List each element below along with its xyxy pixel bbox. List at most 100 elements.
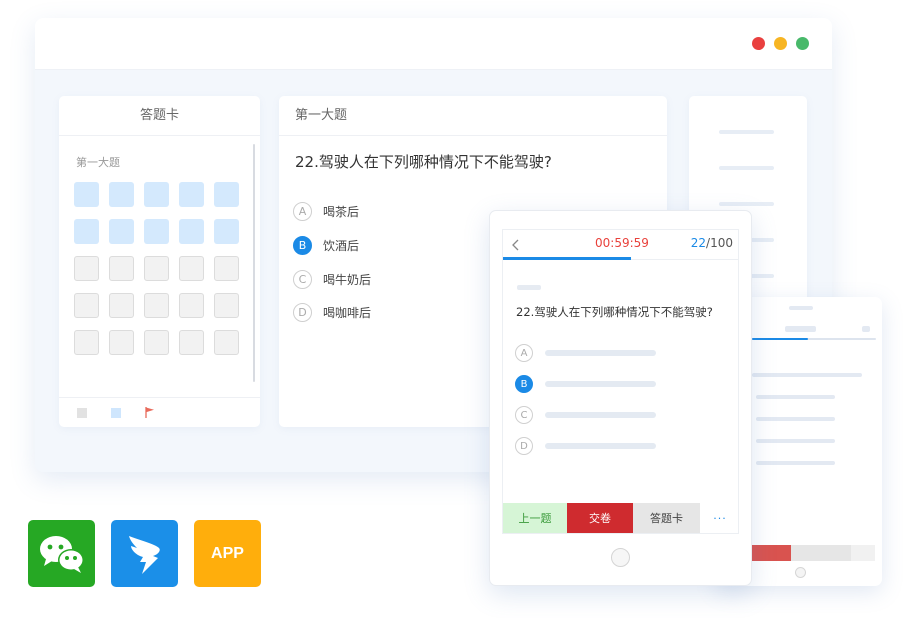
wechat-logo <box>39 535 84 573</box>
answer-cell-empty[interactable] <box>214 330 239 355</box>
wechat-icon[interactable] <box>28 520 95 587</box>
placeholder-line <box>756 439 835 443</box>
placeholder-line <box>862 326 870 332</box>
answer-cell-answered[interactable] <box>74 182 99 207</box>
answer-card-panel: 答题卡 第一大题 <box>59 96 260 427</box>
progress-current: 22 <box>690 236 707 250</box>
option-label: 喝咖啡后 <box>323 305 372 320</box>
legend <box>59 397 260 427</box>
home-button[interactable] <box>795 567 806 578</box>
answer-cell-answered[interactable] <box>214 219 239 244</box>
answer-cell-empty[interactable] <box>144 256 169 281</box>
option-label: 喝茶后 <box>323 204 360 219</box>
answer-cell-empty[interactable] <box>179 330 204 355</box>
answer-cell-empty[interactable] <box>144 330 169 355</box>
placeholder-chip <box>517 285 541 290</box>
option-label: 饮酒后 <box>323 238 360 253</box>
close-window-dot[interactable] <box>752 37 765 50</box>
placeholder-line <box>756 461 835 465</box>
answer-grid <box>74 182 239 355</box>
mobile-option-b[interactable]: B <box>515 375 656 393</box>
placeholder-line <box>756 395 835 399</box>
answer-cell-answered[interactable] <box>144 219 169 244</box>
answer-cell-empty[interactable] <box>144 293 169 318</box>
answer-cell-empty[interactable] <box>214 256 239 281</box>
option-placeholder <box>545 443 656 449</box>
question-section-title: 第一大题 <box>279 96 667 136</box>
mobile-question-text: 22.驾驶人在下列哪种情况下不能驾驶? <box>516 305 713 319</box>
placeholder-line <box>719 202 774 206</box>
answer-cell-empty[interactable] <box>109 293 134 318</box>
progress-indicator <box>752 338 808 340</box>
answer-cell-empty[interactable] <box>109 330 134 355</box>
mobile-option-c[interactable]: C <box>515 406 656 424</box>
countdown-timer: 00:59:59 <box>595 236 649 250</box>
section-label: 第一大题 <box>76 156 120 169</box>
submit-exam-button[interactable]: 交卷 <box>567 503 633 533</box>
answer-cell-empty[interactable] <box>109 256 134 281</box>
mobile-option-d[interactable]: D <box>515 437 656 455</box>
option-d[interactable]: D 喝咖啡后 <box>293 301 371 323</box>
option-letter: D <box>515 437 533 455</box>
unanswered-legend-swatch <box>77 408 87 418</box>
option-label: 喝牛奶后 <box>323 272 372 287</box>
placeholder-line <box>719 130 774 134</box>
question-text: 22.驾驶人在下列哪种情况下不能驾驶? <box>295 153 552 171</box>
option-b[interactable]: B 饮酒后 <box>293 234 359 256</box>
placeholder-line <box>785 326 816 332</box>
option-c[interactable]: C 喝牛奶后 <box>293 268 371 290</box>
dingtalk-logo <box>128 535 160 574</box>
minimize-window-dot[interactable] <box>774 37 787 50</box>
option-letter: B <box>515 375 533 393</box>
option-placeholder <box>545 350 656 356</box>
answer-cell-empty[interactable] <box>74 256 99 281</box>
placeholder-line <box>756 417 835 421</box>
answered-legend-swatch <box>111 408 121 418</box>
placeholder-line <box>719 166 774 170</box>
more-button[interactable]: ··· <box>700 503 738 533</box>
option-letter: A <box>293 201 312 221</box>
answer-cell-empty[interactable] <box>179 256 204 281</box>
progress-total: /100 <box>706 236 733 250</box>
option-placeholder <box>545 381 656 387</box>
answer-card-button[interactable]: 答题卡 <box>633 503 700 533</box>
answer-cell-answered[interactable] <box>179 219 204 244</box>
maximize-window-dot[interactable] <box>796 37 809 50</box>
question-progress: 22/100 <box>691 236 733 250</box>
previous-question-button[interactable]: 上一题 <box>503 503 567 533</box>
app-icon[interactable]: APP <box>194 520 261 587</box>
option-letter: B <box>293 235 312 255</box>
option-placeholder <box>545 412 656 418</box>
mobile-screen: 00:59:59 22/100 22.驾驶人在下列哪种情况下不能驾驶? A B … <box>502 229 739 534</box>
placeholder-line <box>789 306 813 310</box>
option-letter: A <box>515 344 533 362</box>
mobile-option-a[interactable]: A <box>515 344 656 362</box>
answer-cell-answered[interactable] <box>109 182 134 207</box>
mobile-device: 00:59:59 22/100 22.驾驶人在下列哪种情况下不能驾驶? A B … <box>489 210 752 586</box>
placeholder-line <box>752 373 862 377</box>
answer-cell-answered[interactable] <box>214 182 239 207</box>
browser-titlebar <box>35 18 832 70</box>
home-button[interactable] <box>611 548 630 567</box>
answer-card-title: 答题卡 <box>59 96 260 136</box>
answer-cell-empty[interactable] <box>74 330 99 355</box>
more-placeholder <box>851 545 875 561</box>
answer-cell-answered[interactable] <box>74 219 99 244</box>
option-a[interactable]: A 喝茶后 <box>293 200 359 222</box>
progress-bar <box>503 257 631 260</box>
mobile-header: 00:59:59 22/100 <box>503 230 738 260</box>
answer-cell-answered[interactable] <box>179 182 204 207</box>
answer-cell-answered[interactable] <box>109 219 134 244</box>
answer-cell-empty[interactable] <box>74 293 99 318</box>
submit-placeholder <box>750 545 791 561</box>
dingtalk-icon[interactable] <box>111 520 178 587</box>
mobile-action-bar: 上一题 交卷 答题卡 ··· <box>503 503 738 533</box>
answer-cell-empty[interactable] <box>179 293 204 318</box>
answer-cell-empty[interactable] <box>214 293 239 318</box>
option-letter: C <box>515 406 533 424</box>
option-letter: D <box>293 302 312 322</box>
scrollbar[interactable] <box>253 144 255 382</box>
answer-cell-answered[interactable] <box>144 182 169 207</box>
card-placeholder <box>791 545 851 561</box>
back-arrow-icon[interactable] <box>509 238 523 252</box>
